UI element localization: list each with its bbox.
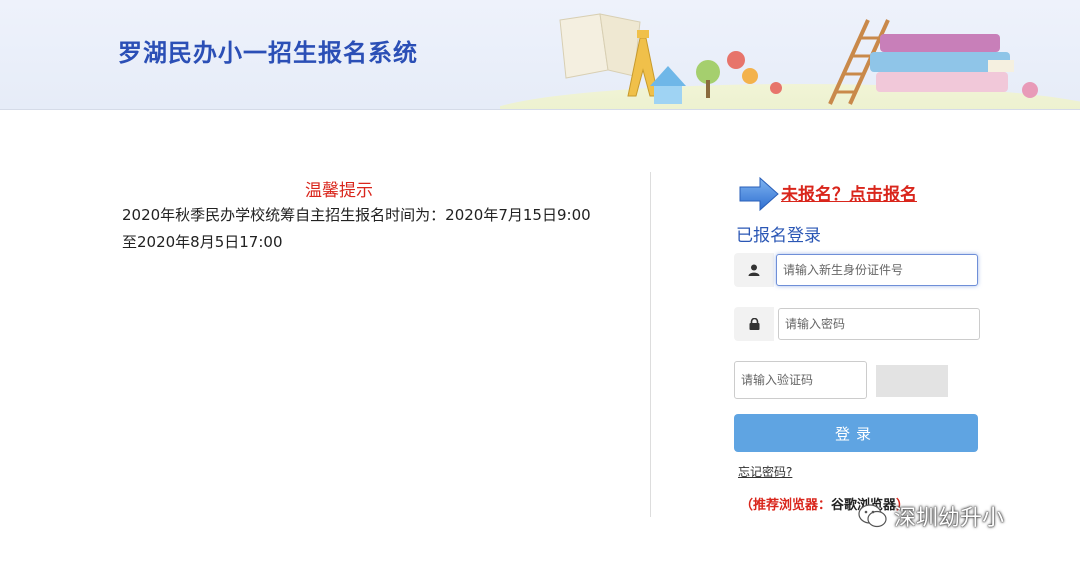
user-icon <box>734 253 774 287</box>
captcha-input[interactable] <box>734 361 867 399</box>
arrow-right-icon <box>739 176 779 212</box>
browser-tip-prefix: （推荐浏览器： <box>740 498 832 513</box>
notice-body: 2020年秋季民办学校统筹自主招生报名时间为：2020年7月15日9:00至20… <box>122 206 591 251</box>
notice-title: 温馨提示 <box>305 181 373 201</box>
password-input[interactable] <box>778 308 980 340</box>
password-field-row <box>734 307 980 341</box>
id-number-input[interactable] <box>776 254 978 286</box>
login-button[interactable]: 登录 <box>734 414 978 452</box>
captcha-image[interactable] <box>876 365 948 397</box>
login-heading: 已报名登录 <box>736 226 821 246</box>
forgot-password-link[interactable]: 忘记密码? <box>738 463 792 480</box>
id-field-row <box>734 253 978 287</box>
site-title: 罗湖民办小一招生报名系统 <box>118 39 418 67</box>
lock-icon <box>734 307 774 341</box>
banner-illustration <box>500 13 1080 109</box>
watermark-text: 深圳幼升小 <box>894 506 1005 531</box>
wechat-icon <box>858 504 887 528</box>
register-link[interactable]: 未报名？点击报名 <box>781 180 917 205</box>
watermark: 深圳幼升小 <box>858 500 1004 532</box>
header-banner: 罗湖民办小一招生报名系统 <box>0 0 1080 110</box>
column-divider <box>650 172 651 517</box>
